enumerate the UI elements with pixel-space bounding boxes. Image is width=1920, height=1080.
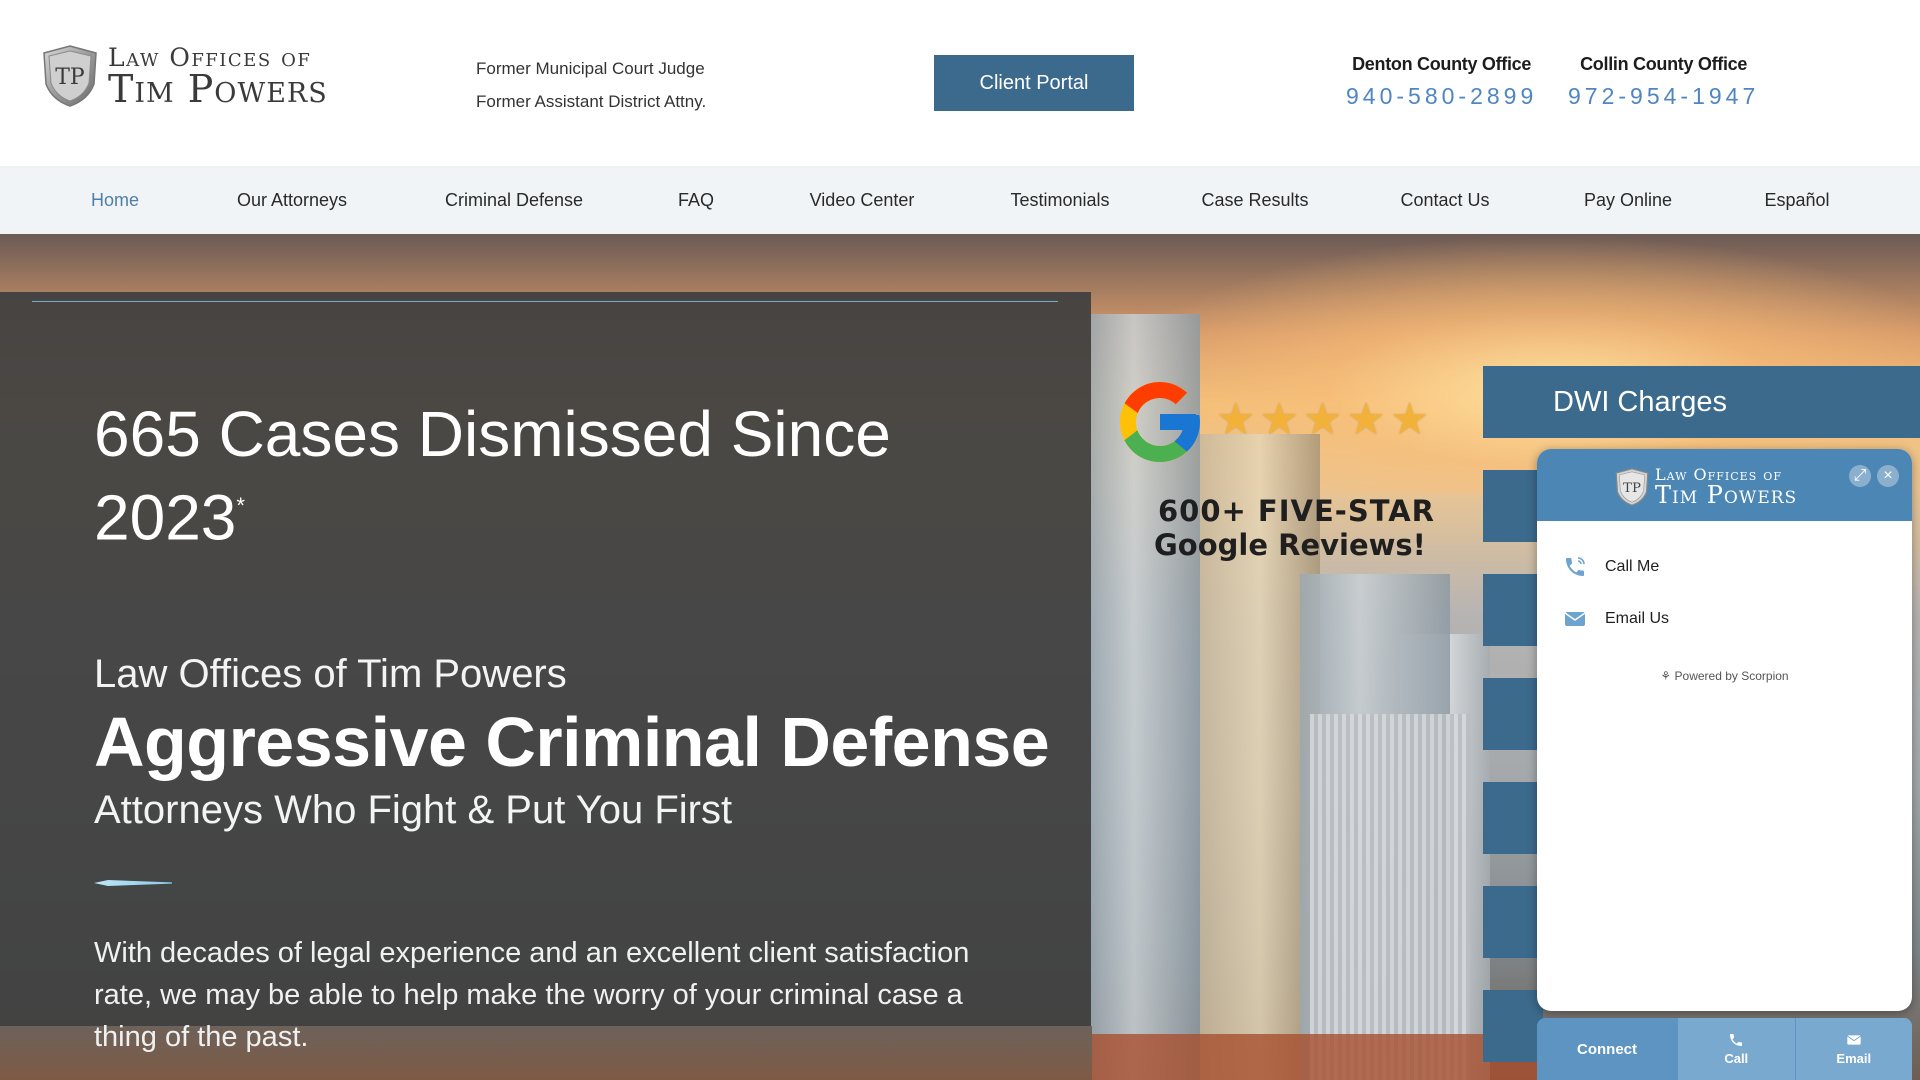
call-button[interactable]: Call (1677, 1018, 1795, 1080)
widget-logo-line-2: Tim Powers (1655, 481, 1798, 509)
star-icon: ★ (1216, 395, 1256, 444)
envelope-icon (1846, 1035, 1861, 1045)
nav-contact-us[interactable]: Contact Us (1400, 166, 1489, 234)
site-header: TP Law Offices of Tim Powers Former Muni… (0, 0, 1920, 166)
connect-button[interactable]: Connect (1537, 1018, 1677, 1080)
nav-espanol[interactable]: Español (1764, 166, 1829, 234)
practice-tab[interactable] (1483, 470, 1543, 542)
skyline-building (1310, 714, 1470, 1080)
shield-logo-icon: TP (1615, 468, 1649, 506)
nav-pay-online[interactable]: Pay Online (1584, 166, 1672, 234)
practice-tab[interactable] (1483, 886, 1543, 958)
email-button-label: Email (1836, 1051, 1872, 1066)
close-icon[interactable]: × (1877, 465, 1899, 487)
denton-office: Denton County Office 940-580-2899 (1346, 54, 1537, 110)
email-us-label: Email Us (1605, 610, 1670, 627)
site-logo[interactable]: TP Law Offices of Tim Powers (42, 44, 328, 108)
email-button[interactable]: Email (1794, 1018, 1912, 1080)
google-g-icon (1120, 382, 1200, 462)
star-icon: ★ (1346, 395, 1386, 444)
practice-tab[interactable] (1483, 678, 1543, 750)
phone-icon (1730, 1034, 1743, 1046)
logo-line-2: Tim Powers (108, 66, 328, 111)
nav-testimonials[interactable]: Testimonials (1010, 166, 1109, 234)
powered-by-scorpion[interactable]: ⚘ Powered by Scorpion (1537, 669, 1912, 683)
hero-title-footnote-mark: * (236, 493, 245, 518)
envelope-icon (1564, 612, 1586, 626)
nav-home[interactable]: Home (91, 166, 139, 234)
hero-body-text: With decades of legal experience and an … (94, 937, 970, 1053)
star-icon: ★ (1302, 395, 1343, 444)
practice-tab-dwi-charges[interactable]: DWI Charges (1483, 366, 1920, 438)
practice-tab[interactable] (1483, 990, 1543, 1062)
svg-text:TP: TP (55, 65, 85, 90)
hero-subheadline: Attorneys Who Fight & Put You First (94, 788, 733, 832)
tagline-judge: Former Municipal Court Judge (476, 59, 705, 78)
denton-office-name: Denton County Office (1352, 54, 1532, 74)
nav-video-center[interactable]: Video Center (810, 166, 915, 234)
scorpion-icon: ⚘ (1660, 669, 1672, 683)
reviews-label: Google Reviews! (1154, 528, 1426, 562)
denton-office-phone[interactable]: 940-580-2899 (1346, 83, 1537, 110)
hero-firm-name: Law Offices of Tim Powers (94, 652, 567, 696)
credentials-tagline: Former Municipal Court Judge Former Assi… (476, 52, 706, 118)
accent-divider (94, 880, 172, 886)
reviews-count: 600+ FIVE-STAR (1158, 494, 1436, 528)
nav-our-attorneys[interactable]: Our Attorneys (237, 166, 347, 234)
logo-line-1: Law Offices of (108, 42, 312, 72)
powered-by-label: Powered by Scorpion (1674, 669, 1789, 683)
collin-office-name: Collin County Office (1580, 54, 1748, 74)
widget-logo-wordmark: Law Offices of Tim Powers (1655, 467, 1798, 509)
call-me-option[interactable]: Call Me (1563, 552, 1659, 582)
five-star-rating: ★ ★ ★ ★ ★ (1216, 394, 1429, 446)
widget-header: TP Law Offices of Tim Powers ⤢ × (1537, 449, 1912, 521)
phone-icon (1566, 557, 1585, 576)
hero-headline: Aggressive Criminal Defense (94, 703, 1050, 781)
contact-widget: TP Law Offices of Tim Powers ⤢ × Call Me… (1537, 449, 1912, 1011)
hero-title-text: 665 Cases Dismissed Since 2023 (94, 398, 891, 554)
hero-title: 665 Cases Dismissed Since 2023* (94, 396, 994, 555)
client-portal-button[interactable]: Client Portal (934, 55, 1134, 111)
main-nav: Home Our Attorneys Criminal Defense FAQ … (0, 166, 1920, 234)
panel-divider (32, 301, 1058, 302)
widget-logo: TP Law Offices of Tim Powers (1615, 467, 1797, 507)
practice-tab[interactable] (1483, 574, 1543, 646)
star-icon: ★ (1389, 395, 1430, 444)
logo-wordmark: Law Offices of Tim Powers (108, 45, 328, 108)
widget-bottom-bar: Connect Call Email (1537, 1018, 1912, 1080)
collin-office: Collin County Office 972-954-1947 (1568, 54, 1759, 110)
call-me-label: Call Me (1605, 558, 1660, 575)
practice-tab[interactable] (1483, 782, 1543, 854)
collin-office-phone[interactable]: 972-954-1947 (1568, 83, 1759, 110)
tagline-attorney: Former Assistant District Attny. (476, 92, 707, 111)
star-icon: ★ (1259, 395, 1299, 444)
call-button-label: Call (1724, 1051, 1749, 1066)
svg-text:TP: TP (1623, 481, 1641, 496)
hero-text-panel: 665 Cases Dismissed Since 2023* Law Offi… (0, 292, 1091, 1053)
minimize-icon[interactable]: ⤢ (1849, 465, 1871, 487)
shield-logo-icon: TP (43, 45, 97, 107)
google-reviews-badge[interactable]: ★ ★ ★ ★ ★ 600+ FIVE-STAR Google Reviews! (1112, 374, 1452, 562)
nav-criminal-defense[interactable]: Criminal Defense (445, 166, 583, 234)
email-us-option[interactable]: Email Us (1563, 604, 1669, 634)
nav-faq[interactable]: FAQ (678, 166, 714, 234)
nav-case-results[interactable]: Case Results (1201, 166, 1308, 234)
